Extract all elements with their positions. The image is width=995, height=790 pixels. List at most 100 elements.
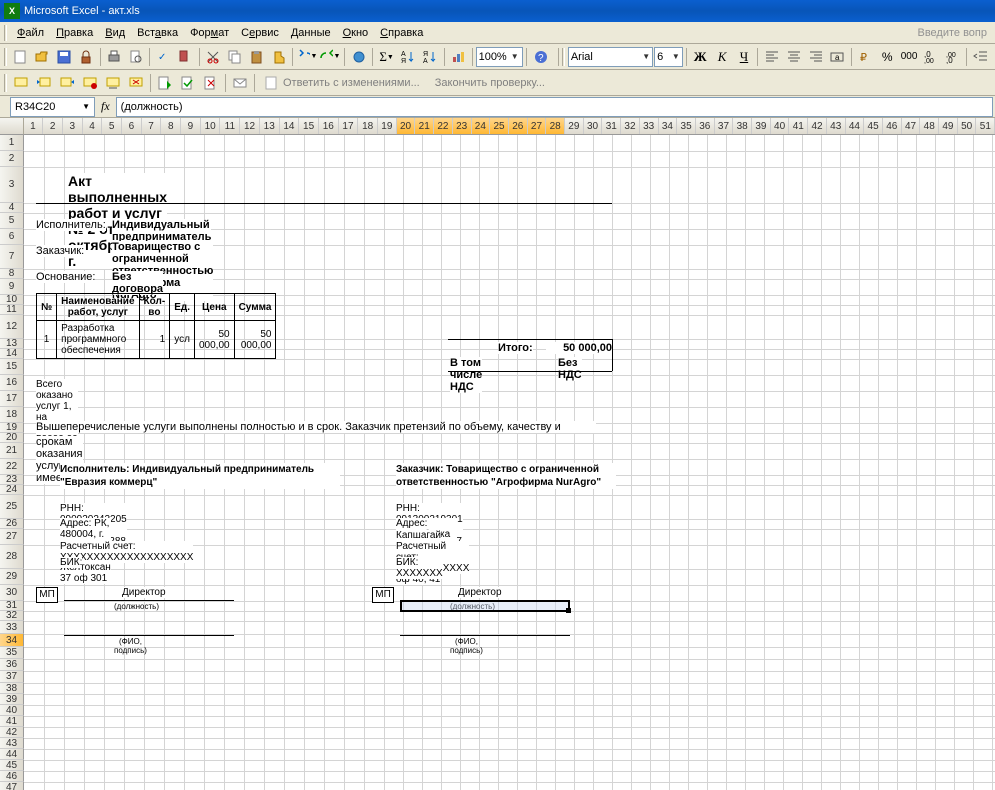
help-search[interactable]: Введите вопр [918, 27, 992, 39]
col-header[interactable]: 3 [63, 118, 83, 134]
col-header[interactable]: 28 [546, 118, 565, 134]
menu-tools[interactable]: Сервис [235, 25, 285, 41]
row-header[interactable]: 25 [0, 495, 24, 519]
col-header[interactable]: 34 [659, 118, 678, 134]
percent-button[interactable]: % [877, 46, 898, 68]
delete-comment-button[interactable] [125, 72, 147, 94]
col-header[interactable]: 1 [24, 118, 44, 134]
col-header[interactable]: 39 [752, 118, 771, 134]
decrease-decimal-button[interactable]: ,00,0 [942, 46, 963, 68]
menu-insert[interactable]: Вставка [131, 25, 184, 41]
research-button[interactable] [175, 46, 196, 68]
grip2[interactable] [562, 48, 565, 66]
col-header[interactable]: 10 [201, 118, 221, 134]
menu-data[interactable]: Данные [285, 25, 337, 41]
col-header[interactable]: 47 [902, 118, 921, 134]
row-header[interactable]: 26 [0, 519, 24, 529]
row-header[interactable]: 40 [0, 705, 24, 716]
col-header[interactable]: 14 [280, 118, 300, 134]
permissions-button[interactable] [76, 46, 97, 68]
menu-file[interactable]: Файл [11, 25, 50, 41]
format-painter-button[interactable] [269, 46, 290, 68]
row-header[interactable]: 22 [0, 459, 24, 475]
row-header[interactable]: 33 [0, 621, 24, 634]
align-center-button[interactable] [783, 46, 804, 68]
currency-button[interactable]: ₽ [855, 46, 876, 68]
col-header[interactable]: 37 [715, 118, 734, 134]
col-header[interactable]: 17 [339, 118, 359, 134]
menu-format[interactable]: Формат [184, 25, 235, 41]
show-ink-button[interactable] [102, 72, 124, 94]
help-button[interactable]: ? [530, 46, 551, 68]
row-header[interactable]: 29 [0, 569, 24, 585]
row-header[interactable]: 39 [0, 694, 24, 705]
row-header[interactable]: 7 [0, 245, 24, 269]
row-header[interactable]: 17 [0, 391, 24, 407]
row-header[interactable]: 37 [0, 671, 24, 683]
open-button[interactable] [32, 46, 53, 68]
row-header[interactable]: 41 [0, 716, 24, 727]
bold-button[interactable]: Ж [690, 46, 711, 68]
col-header[interactable]: 46 [883, 118, 902, 134]
formula-bar[interactable]: (должность) [116, 97, 993, 117]
row-header[interactable]: 12 [0, 315, 24, 339]
row-header[interactable]: 8 [0, 269, 24, 279]
worksheet[interactable]: 1234567891011121314151617181920212223242… [0, 118, 995, 790]
col-header[interactable]: 16 [319, 118, 339, 134]
col-header[interactable]: 19 [378, 118, 397, 134]
copy-button[interactable] [225, 46, 246, 68]
menu-help[interactable]: Справка [374, 25, 429, 41]
italic-button[interactable]: К [712, 46, 733, 68]
comma-button[interactable]: 000 [899, 46, 920, 68]
increase-decimal-button[interactable]: ,0,00 [921, 46, 942, 68]
col-header[interactable]: 25 [490, 118, 509, 134]
row-header[interactable]: 2 [0, 151, 24, 167]
row-header[interactable]: 14 [0, 349, 24, 359]
col-header[interactable]: 44 [846, 118, 865, 134]
col-header[interactable]: 9 [181, 118, 201, 134]
undo-button[interactable]: ▼ [296, 46, 318, 68]
row-header[interactable]: 38 [0, 683, 24, 694]
zoom-combo[interactable]: 100%▼ [476, 47, 524, 67]
accept-button[interactable] [177, 72, 199, 94]
col-header[interactable]: 11 [220, 118, 240, 134]
col-header[interactable]: 24 [472, 118, 491, 134]
row-header[interactable]: 24 [0, 485, 24, 495]
align-right-button[interactable] [805, 46, 826, 68]
chart-button[interactable] [448, 46, 469, 68]
col-header[interactable]: 2 [43, 118, 63, 134]
col-header[interactable]: 40 [771, 118, 790, 134]
menu-window[interactable]: Окно [337, 25, 375, 41]
reply-changes-button[interactable]: Ответить с изменениями... [258, 72, 427, 94]
col-header[interactable]: 31 [602, 118, 621, 134]
col-header[interactable]: 27 [528, 118, 547, 134]
row-header[interactable]: 30 [0, 585, 24, 601]
underline-button[interactable]: Ч [734, 46, 755, 68]
paste-button[interactable] [247, 46, 268, 68]
prev-comment-button[interactable] [33, 72, 55, 94]
row-header[interactable]: 4 [0, 203, 24, 213]
row-header[interactable]: 35 [0, 647, 24, 659]
col-header[interactable]: 12 [240, 118, 260, 134]
col-header[interactable]: 35 [677, 118, 696, 134]
col-header[interactable]: 6 [122, 118, 142, 134]
col-header[interactable]: 29 [565, 118, 584, 134]
col-header[interactable]: 21 [415, 118, 434, 134]
save-button[interactable] [54, 46, 75, 68]
col-header[interactable]: 30 [584, 118, 603, 134]
col-header[interactable]: 18 [358, 118, 378, 134]
row-header[interactable]: 11 [0, 305, 24, 315]
col-header[interactable]: 50 [958, 118, 977, 134]
spelling-button[interactable]: ✓ [153, 46, 174, 68]
hyperlink-button[interactable] [348, 46, 369, 68]
row-header[interactable]: 36 [0, 659, 24, 671]
sort-desc-button[interactable]: ЯA [420, 46, 441, 68]
col-header[interactable]: 36 [696, 118, 715, 134]
col-header[interactable]: 33 [640, 118, 659, 134]
col-header[interactable]: 41 [789, 118, 808, 134]
row-header[interactable]: 42 [0, 727, 24, 738]
fx-icon[interactable]: fx [101, 99, 110, 114]
new-button[interactable] [10, 46, 31, 68]
row-header[interactable]: 45 [0, 760, 24, 771]
col-header[interactable]: 26 [509, 118, 528, 134]
